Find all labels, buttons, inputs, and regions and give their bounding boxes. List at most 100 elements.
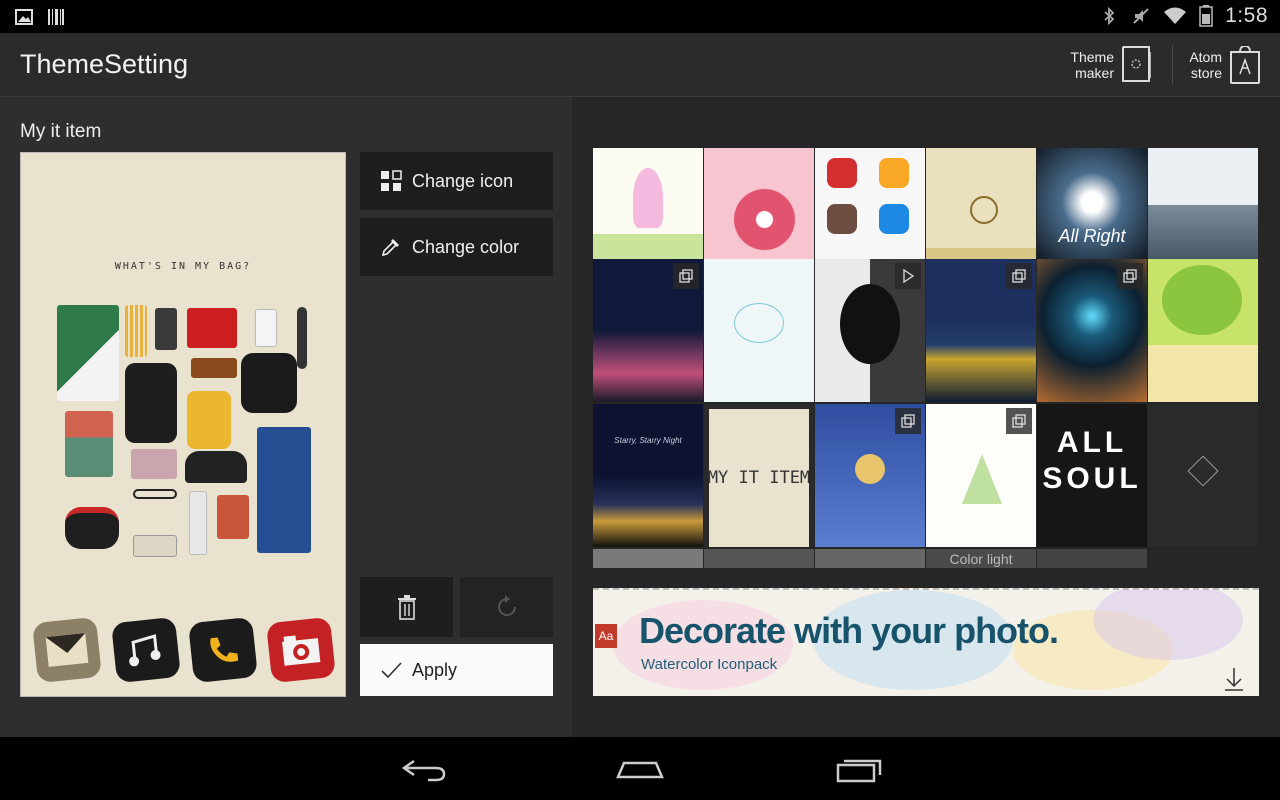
banner-subtitle: Watercolor Iconpack — [641, 656, 778, 673]
copy-badge-icon — [1006, 263, 1032, 289]
theme-tile-partial-5[interactable] — [1037, 549, 1147, 568]
my-it-item-text: MY IT ITEM — [707, 468, 811, 488]
clock: 1:58 — [1225, 4, 1268, 27]
status-bar: 1:58 — [0, 0, 1280, 33]
all-soul-text-line1: ALL — [1056, 426, 1128, 459]
wallet-illustration — [133, 535, 177, 557]
app-title: ThemeSetting — [20, 49, 189, 79]
theme-tile-partial-4[interactable]: Color light — [926, 549, 1036, 568]
red-pouch-illustration — [187, 308, 237, 348]
preview-caption: WHAT'S IN MY BAG? — [114, 261, 252, 272]
barcode-notification-icon — [48, 9, 64, 25]
bottle-illustration — [189, 491, 207, 555]
copy-badge-icon — [895, 408, 921, 434]
theme-tile-partial-2[interactable] — [704, 549, 814, 568]
backpack-illustration — [125, 363, 177, 443]
section-title: My it item — [20, 121, 102, 142]
sneakers-illustration — [65, 507, 119, 549]
card-illustration — [217, 495, 249, 539]
gallery-notification-icon — [15, 9, 33, 25]
dock-phone-icon[interactable] — [188, 616, 258, 684]
theme-maker-label-line2: maker — [1075, 65, 1114, 81]
theme-tile-penguins[interactable] — [704, 259, 814, 402]
recent-apps-icon[interactable] — [828, 753, 888, 785]
theme-tile-starry-night-rhone[interactable] — [926, 259, 1036, 402]
change-color-label: Change color — [412, 236, 520, 257]
theme-tile-starry-starry-night[interactable]: Starry, Starry Night — [593, 404, 703, 547]
gloves-illustration — [241, 353, 297, 413]
theme-tile-partial-1[interactable] — [593, 549, 703, 568]
atom-store-label: Atom store — [1186, 49, 1222, 81]
checkmark-icon — [381, 662, 402, 679]
notebook-illustration — [255, 309, 277, 347]
banner-aa-icon: Aa — [595, 624, 617, 648]
theme-maker-button[interactable]: Theme maker — [1068, 43, 1152, 87]
download-icon — [1225, 668, 1243, 691]
apply-label: Apply — [412, 659, 458, 680]
theme-tile-fireworks[interactable] — [1037, 259, 1147, 402]
bluetooth-icon — [1104, 6, 1115, 26]
apply-button[interactable]: Apply — [360, 644, 553, 696]
socks-illustration — [187, 391, 231, 449]
trash-icon — [397, 595, 416, 620]
wifi-icon — [1164, 7, 1187, 24]
theme-tile-skull-face[interactable] — [815, 259, 925, 402]
glasses-illustration — [133, 489, 177, 499]
theme-preview: WHAT'S IN MY BAG? — [20, 152, 346, 697]
battery-icon — [1199, 5, 1213, 27]
theme-maker-icon — [1122, 46, 1151, 82]
atom-store-label-line1: Atom — [1189, 49, 1222, 65]
watch-illustration — [297, 307, 307, 369]
play-badge-icon — [895, 263, 921, 289]
atom-store-label-line2: store — [1190, 65, 1222, 81]
dock-camera-icon[interactable] — [266, 616, 336, 684]
shopping-bag-icon — [1230, 46, 1260, 84]
refresh-icon — [497, 595, 516, 616]
dock-mail-icon[interactable] — [32, 616, 102, 684]
theme-tile-my-it-item[interactable]: MY IT ITEM — [704, 404, 814, 547]
navigation-bar — [0, 737, 1280, 800]
eyedropper-icon — [381, 239, 399, 257]
mute-icon — [1133, 8, 1149, 24]
copy-badge-icon — [1006, 408, 1032, 434]
back-icon[interactable] — [394, 753, 454, 785]
banner-title: Decorate with your photo. — [639, 610, 1059, 651]
camera-illustration — [131, 449, 177, 479]
theme-maker-label-line1: Theme — [1070, 49, 1114, 65]
delete-button[interactable] — [360, 577, 453, 637]
all-right-text: All Right — [1058, 226, 1126, 246]
phone-illustration — [155, 308, 177, 350]
dock-music-icon[interactable] — [111, 616, 181, 684]
all-soul-text-line2: SOUL — [1042, 462, 1142, 495]
promo-banner[interactable]: Aa Decorate with your photo. Watercolor … — [593, 588, 1259, 696]
copy-badge-icon — [1117, 263, 1143, 289]
copy-badge-icon — [673, 263, 699, 289]
theme-tile-dark-logo[interactable] — [1148, 404, 1258, 547]
candy-illustration — [191, 358, 237, 378]
left-panel: My it item WHAT'S IN MY BAG? Change icon… — [0, 97, 572, 737]
home-icon[interactable] — [610, 753, 670, 785]
book-illustration — [65, 411, 113, 477]
change-icon-label: Change icon — [412, 170, 514, 191]
theme-tile-starry-trees[interactable] — [593, 259, 703, 402]
color-light-text: Color light — [949, 551, 1013, 567]
theme-tile-little-prince[interactable] — [815, 404, 925, 547]
change-color-button[interactable]: Change color — [360, 218, 553, 276]
theme-maker-label: Theme maker — [1068, 49, 1114, 81]
jeans-illustration — [257, 427, 311, 553]
cap-illustration — [185, 451, 247, 483]
grid-icon — [381, 170, 402, 191]
main-content: My it item WHAT'S IN MY BAG? Change icon… — [0, 97, 1280, 737]
action-bar: ThemeSetting Theme maker Atom store — [0, 33, 1280, 97]
pencils-illustration — [125, 305, 147, 357]
change-icon-button[interactable]: Change icon — [360, 152, 553, 210]
atom-store-button[interactable]: Atom store — [1186, 43, 1260, 87]
reset-button[interactable] — [460, 577, 553, 637]
theme-tile-all-soul[interactable]: ALL SOUL — [1037, 404, 1147, 547]
right-panel: All Right Starry, Starry Night MY IT ITE… — [572, 97, 1280, 737]
theme-tile-castle[interactable] — [926, 404, 1036, 547]
theme-tile-partial-3[interactable] — [815, 549, 925, 568]
shirt-illustration — [57, 305, 119, 401]
theme-tile-green-tree[interactable] — [1148, 259, 1258, 402]
starry-night-text: Starry, Starry Night — [614, 436, 682, 445]
